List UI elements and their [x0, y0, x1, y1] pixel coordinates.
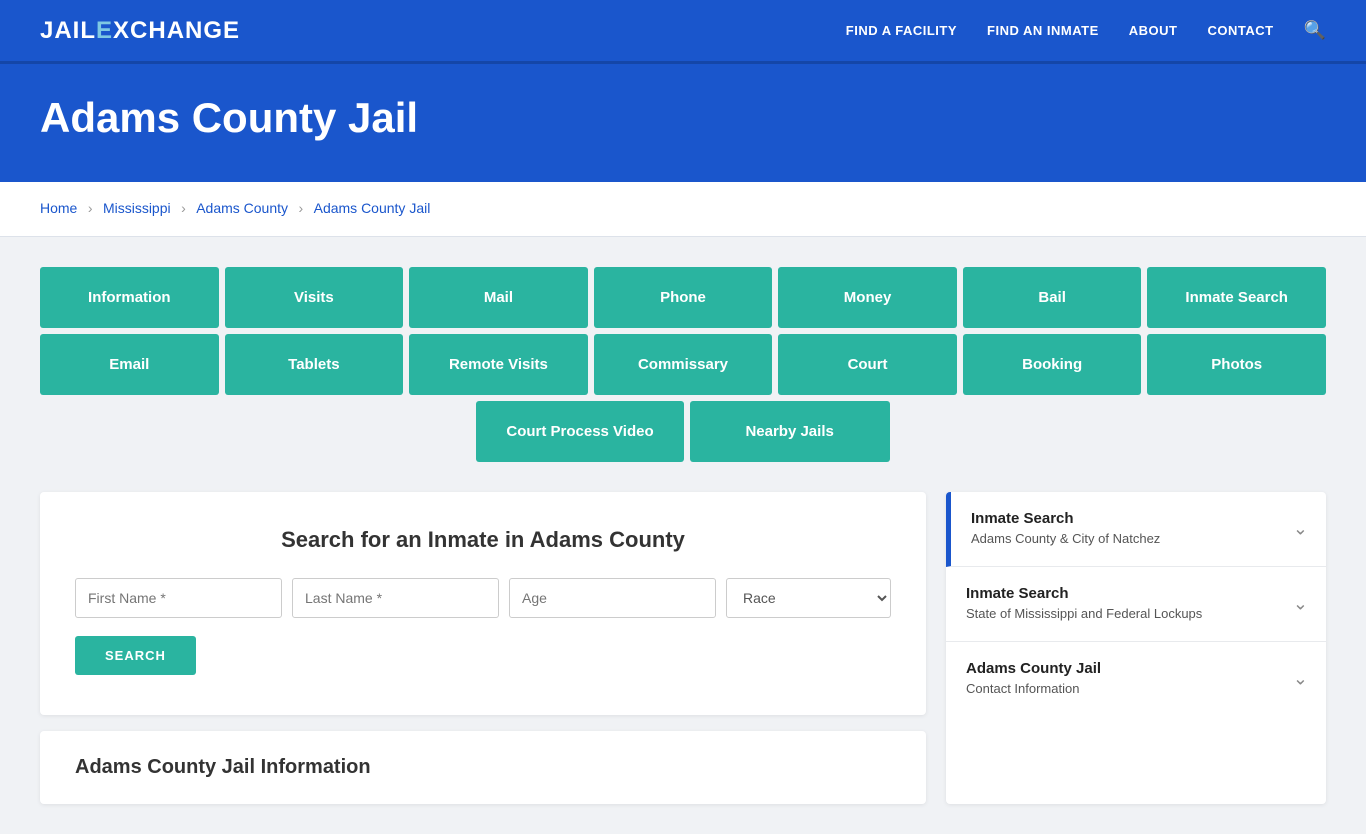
logo-jail: JAIL	[40, 17, 96, 44]
btn-remote-visits[interactable]: Remote Visits	[409, 334, 588, 395]
btn-money[interactable]: Money	[778, 267, 957, 328]
btn-court-process-video[interactable]: Court Process Video	[476, 401, 683, 462]
btn-bail[interactable]: Bail	[963, 267, 1142, 328]
chevron-down-icon-0: ⌄	[1293, 519, 1308, 540]
btn-email[interactable]: Email	[40, 334, 219, 395]
btn-commissary[interactable]: Commissary	[594, 334, 773, 395]
left-column: Search for an Inmate in Adams County Rac…	[40, 492, 926, 804]
hero-banner: Adams County Jail	[0, 64, 1366, 182]
breadcrumb-home[interactable]: Home	[40, 200, 77, 216]
sidebar-item-2[interactable]: Adams County Jail Contact Information ⌄	[946, 642, 1326, 716]
breadcrumb-sep-1: ›	[88, 200, 93, 216]
breadcrumb: Home › Mississippi › Adams County › Adam…	[0, 182, 1366, 237]
age-input[interactable]	[509, 578, 716, 618]
btn-mail[interactable]: Mail	[409, 267, 588, 328]
chevron-down-icon-2: ⌄	[1293, 669, 1308, 690]
nav-contact[interactable]: CONTACT	[1207, 23, 1273, 38]
first-name-input[interactable]	[75, 578, 282, 618]
bottom-section: Search for an Inmate in Adams County Rac…	[40, 492, 1326, 804]
btn-booking[interactable]: Booking	[963, 334, 1142, 395]
breadcrumb-sep-2: ›	[181, 200, 186, 216]
btn-visits[interactable]: Visits	[225, 267, 404, 328]
button-grid-row3: Court Process Video Nearby Jails	[40, 401, 1326, 462]
sidebar-item-0[interactable]: Inmate Search Adams County & City of Nat…	[946, 492, 1326, 567]
btn-phone[interactable]: Phone	[594, 267, 773, 328]
sidebar-item-2-title: Adams County Jail	[966, 660, 1306, 677]
breadcrumb-mississippi[interactable]: Mississippi	[103, 200, 171, 216]
nav-find-inmate[interactable]: FIND AN INMATE	[987, 23, 1099, 38]
button-grid-row2: Email Tablets Remote Visits Commissary C…	[40, 334, 1326, 395]
sidebar-item-1[interactable]: Inmate Search State of Mississippi and F…	[946, 567, 1326, 642]
race-select[interactable]: Race White Black Hispanic Asian Other	[726, 578, 891, 618]
sidebar-item-0-title: Inmate Search	[971, 510, 1306, 527]
chevron-down-icon-1: ⌄	[1293, 594, 1308, 615]
sidebar-item-1-title: Inmate Search	[966, 585, 1306, 602]
last-name-input[interactable]	[292, 578, 499, 618]
header: JAILEXCHANGE FIND A FACILITY FIND AN INM…	[0, 0, 1366, 64]
search-button[interactable]: SEARCH	[75, 636, 196, 675]
btn-nearby-jails[interactable]: Nearby Jails	[690, 401, 890, 462]
sidebar-item-1-subtitle: State of Mississippi and Federal Lockups	[966, 605, 1306, 623]
sidebar-item-2-subtitle: Contact Information	[966, 680, 1306, 698]
search-fields: Race White Black Hispanic Asian Other	[75, 578, 891, 618]
btn-court[interactable]: Court	[778, 334, 957, 395]
search-icon[interactable]: 🔍	[1304, 20, 1326, 41]
sidebar: Inmate Search Adams County & City of Nat…	[946, 492, 1326, 804]
nav-about[interactable]: ABOUT	[1129, 23, 1178, 38]
logo[interactable]: JAILEXCHANGE	[40, 17, 240, 45]
btn-photos[interactable]: Photos	[1147, 334, 1326, 395]
btn-inmate-search[interactable]: Inmate Search	[1147, 267, 1326, 328]
logo-xchange: XCHANGE	[113, 17, 240, 44]
btn-information[interactable]: Information	[40, 267, 219, 328]
main-content: Information Visits Mail Phone Money Bail…	[0, 237, 1366, 834]
search-panel: Search for an Inmate in Adams County Rac…	[40, 492, 926, 715]
main-nav: FIND A FACILITY FIND AN INMATE ABOUT CON…	[846, 20, 1326, 41]
search-title: Search for an Inmate in Adams County	[75, 527, 891, 553]
breadcrumb-current: Adams County Jail	[314, 200, 431, 216]
page-title: Adams County Jail	[40, 94, 1326, 142]
button-grid-row1: Information Visits Mail Phone Money Bail…	[40, 267, 1326, 328]
btn-tablets[interactable]: Tablets	[225, 334, 404, 395]
breadcrumb-adams-county[interactable]: Adams County	[196, 200, 288, 216]
sidebar-item-0-subtitle: Adams County & City of Natchez	[971, 530, 1306, 548]
breadcrumb-sep-3: ›	[298, 200, 303, 216]
nav-find-facility[interactable]: FIND A FACILITY	[846, 23, 957, 38]
logo-e: E	[96, 17, 113, 44]
